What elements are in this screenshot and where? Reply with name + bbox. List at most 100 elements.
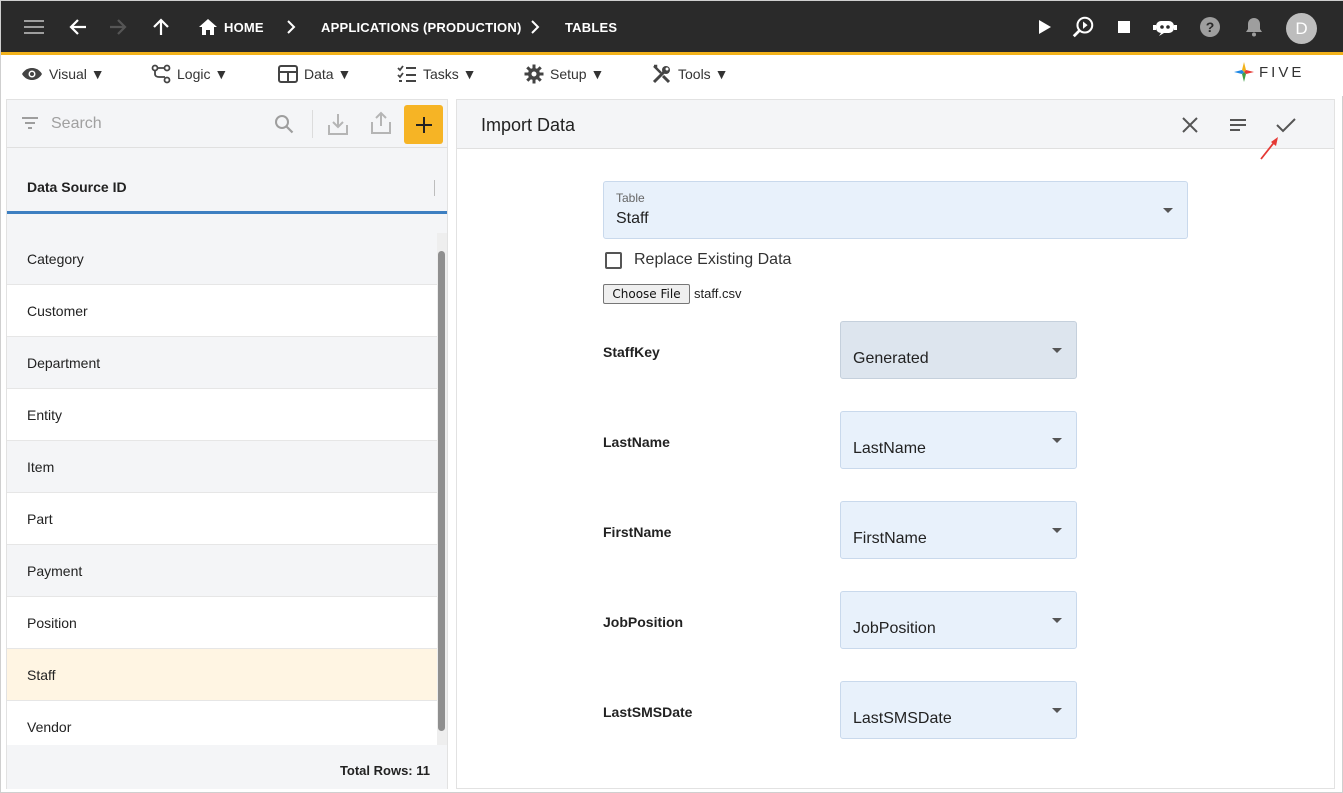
filter-icon[interactable] [21,116,39,135]
list-scrollbar-thumb[interactable] [438,251,445,731]
chevron-down-icon [1163,208,1173,213]
annotation-arrow-icon [1259,135,1281,166]
field-map-value: LastName [853,440,926,457]
field-map-select-lastsmsdate[interactable]: LastSMSDate [840,681,1077,739]
menu-tasks-label: Tasks ▼ [423,66,477,82]
list-item[interactable]: Vendor [7,701,437,745]
stop-icon[interactable] [1112,15,1136,39]
list-item[interactable]: Category [7,233,437,285]
search-icon[interactable] [274,114,294,139]
menu-visual[interactable]: Visual ▼ [21,63,105,85]
choose-file-button[interactable]: Choose File [603,284,690,304]
field-label-jobposition: JobPosition [603,614,684,630]
list-item-label: Department [27,354,101,371]
logo-text: FIVE [1259,63,1305,81]
tasks-icon [397,65,416,82]
total-rows-count: Total Rows: 11 [339,763,430,778]
list-item[interactable]: Customer [7,285,437,337]
menu-tools[interactable]: Tools ▼ [652,63,728,85]
save-check-icon[interactable] [1274,113,1298,137]
menu-setup[interactable]: Setup ▼ [524,63,604,85]
menu-logic-label: Logic ▼ [177,66,229,82]
chatbot-icon[interactable] [1153,15,1177,39]
list-item-label: Vendor [27,718,72,735]
eye-icon [22,68,42,80]
notifications-bell-icon[interactable] [1242,15,1266,39]
svg-text:?: ? [1206,19,1215,35]
chevron-down-icon [1052,618,1062,623]
breadcrumb-tables[interactable]: TABLES [565,20,617,35]
chevron-right-icon [523,15,547,39]
five-logo-icon [1234,62,1254,82]
field-map-value: Generated [853,350,929,367]
menu-tools-label: Tools ▼ [678,66,729,82]
page-title: Import Data [481,115,576,135]
run-play-icon[interactable] [1033,15,1057,39]
list-footer: Total Rows: 11 [7,745,447,789]
plus-icon [415,116,432,133]
close-icon[interactable] [1178,113,1202,137]
field-map-select-staffkey[interactable]: Generated [840,321,1077,379]
menu-logic[interactable]: Logic ▼ [151,63,228,85]
menu-visual-label: Visual ▼ [49,66,105,82]
menu-tasks[interactable]: Tasks ▼ [397,63,477,85]
chevron-right-icon [279,15,303,39]
add-button[interactable] [404,105,443,144]
field-map-select-lastname[interactable]: LastName [840,411,1077,469]
column-resize-handle[interactable] [434,180,435,196]
menu-data[interactable]: Data ▼ [278,63,351,85]
export-upload-icon[interactable] [370,111,392,140]
replace-existing-data-label: Replace Existing Data [634,251,792,268]
list-item[interactable]: Position [7,597,437,649]
list-item-label: Customer [27,302,88,319]
import-data-header: Import Data [457,100,1334,160]
logic-icon [151,64,171,84]
field-map-value: FirstName [853,530,927,547]
list-column-header[interactable]: Data Source ID [7,156,447,214]
list-item-label: Item [27,458,55,475]
top-bar: HOME APPLICATIONS (PRODUCTION) TABLES ? … [1,1,1343,55]
field-label-staffkey: StaffKey [603,344,660,360]
data-source-list-panel: Search Data Source ID Category Customer … [6,99,448,789]
menu-setup-label: Setup ▼ [550,66,605,82]
tools-icon [652,64,671,84]
up-arrow-icon[interactable] [149,15,173,39]
list-item-label: Staff [27,666,56,683]
data-source-list: Category Customer Department Entity Item… [7,233,437,745]
search-bar: Search [7,100,447,148]
table-select-label: Table [616,191,645,205]
gear-icon [524,64,544,84]
user-avatar[interactable]: D [1286,13,1317,44]
menu-data-label: Data ▼ [304,66,352,82]
back-arrow-icon[interactable] [66,15,90,39]
toolbar-divider [312,110,313,138]
list-item-selected[interactable]: Staff [7,649,437,701]
search-input[interactable]: Search [51,115,102,133]
selected-file-name: staff.csv [694,286,742,301]
list-scrollbar[interactable] [437,233,447,745]
list-item[interactable]: Department [7,337,437,389]
list-item-label: Part [27,510,53,527]
field-map-select-firstname[interactable]: FirstName [840,501,1077,559]
list-item-label: Entity [27,406,63,423]
list-item[interactable]: Item [7,441,437,493]
replace-existing-data-checkbox[interactable] [605,252,622,269]
table-select[interactable]: Table Staff [603,181,1188,239]
import-download-icon[interactable] [327,112,349,141]
breadcrumb-applications[interactable]: APPLICATIONS (PRODUCTION) [321,20,521,35]
field-label-firstname: FirstName [603,524,672,540]
list-item[interactable]: Payment [7,545,437,597]
hamburger-menu-icon[interactable] [22,15,46,39]
list-item[interactable]: Entity [7,389,437,441]
field-map-value: JobPosition [853,620,936,637]
column-header-data-source-id: Data Source ID [27,179,127,195]
help-icon[interactable]: ? [1198,15,1222,39]
home-icon[interactable] [196,15,220,39]
breadcrumb-home[interactable]: HOME [224,20,264,35]
table-select-value: Staff [616,210,649,227]
debug-search-icon[interactable] [1071,15,1095,39]
notes-icon[interactable] [1226,113,1250,137]
field-map-select-jobposition[interactable]: JobPosition [840,591,1077,649]
forward-arrow-icon[interactable] [106,15,130,39]
list-item[interactable]: Part [7,493,437,545]
